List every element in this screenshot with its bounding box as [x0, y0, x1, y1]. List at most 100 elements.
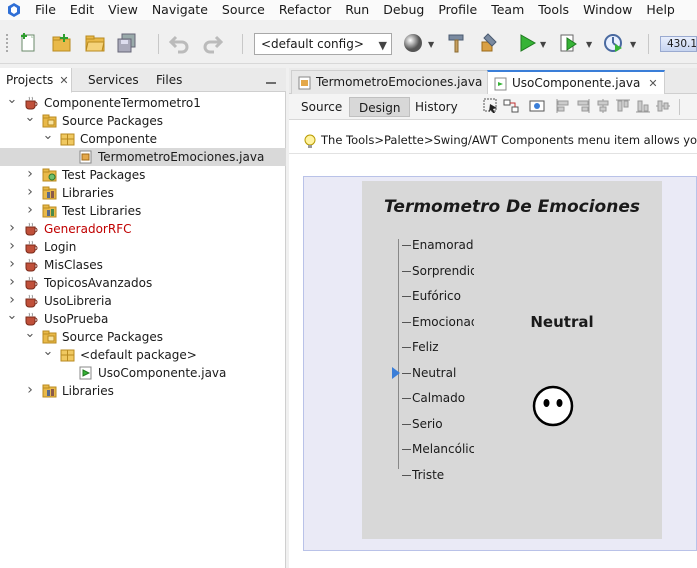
menu-help[interactable]: Help	[639, 0, 682, 20]
tab-termometro-emociones[interactable]: TermometroEmociones.java✕	[291, 70, 507, 94]
new-file-icon[interactable]	[18, 32, 40, 54]
chevron-down-icon[interactable]: ⌄	[6, 309, 18, 322]
open-project-icon[interactable]	[84, 32, 106, 54]
connection-mode-icon[interactable]	[503, 98, 519, 114]
debug-dropdown-icon[interactable]: ▼	[586, 40, 592, 49]
tab-services[interactable]: Services	[82, 68, 144, 92]
tree-item[interactable]: › Test Libraries	[0, 202, 286, 220]
menu-debug[interactable]: Debug	[376, 0, 431, 20]
tree-item[interactable]: › Libraries	[0, 382, 286, 400]
chevron-right-icon[interactable]: ›	[24, 166, 36, 183]
tree-item[interactable]: › TopicosAvanzados	[0, 274, 286, 292]
build-hammer-icon[interactable]	[446, 32, 468, 54]
tab-files[interactable]: Files	[150, 68, 198, 92]
close-icon[interactable]: ✕	[59, 74, 68, 87]
tree-item[interactable]: UsoComponente.java	[0, 364, 286, 382]
debug-project-icon[interactable]	[558, 32, 580, 54]
chevron-down-icon[interactable]: ⌄	[24, 327, 36, 340]
emotion-slider-track[interactable]	[398, 239, 399, 469]
menu-profile[interactable]: Profile	[431, 0, 484, 20]
configuration-select[interactable]: <default config> ▼	[254, 33, 392, 55]
main-toolbar: <default config> ▼ ▼ ▼ ▼ ▼ 430.1	[0, 22, 697, 64]
new-project-icon[interactable]	[50, 32, 72, 54]
tab-files-label: Files	[156, 73, 183, 87]
tree-item[interactable]: TermometroEmociones.java	[0, 148, 286, 166]
tab-projects[interactable]: Projects ✕	[0, 68, 72, 93]
tree-item[interactable]: › UsoLibreria	[0, 292, 286, 310]
tree-item[interactable]: › MisClases	[0, 256, 286, 274]
run-project-icon[interactable]	[516, 32, 538, 54]
chevron-down-icon[interactable]: ⌄	[42, 129, 54, 142]
menu-run[interactable]: Run	[338, 0, 376, 20]
globe-icon[interactable]	[402, 32, 424, 54]
redo-icon[interactable]	[202, 32, 224, 54]
chevron-right-icon[interactable]: ›	[6, 220, 18, 237]
menu-file[interactable]: File	[28, 0, 63, 20]
profile-project-icon[interactable]	[602, 32, 624, 54]
menu-tools[interactable]: Tools	[531, 0, 576, 20]
menu-refactor[interactable]: Refactor	[272, 0, 338, 20]
save-all-icon[interactable]	[116, 32, 138, 54]
tree-item[interactable]: ⌄ ComponenteTermometro1	[0, 93, 286, 112]
tab-uso-componente[interactable]: UsoComponente.java ✕	[487, 70, 665, 95]
clean-build-icon[interactable]	[478, 32, 500, 54]
undo-icon[interactable]	[168, 32, 190, 54]
center-horizontally-icon[interactable]	[595, 98, 611, 114]
source-packages-icon	[42, 114, 57, 128]
chevron-down-icon[interactable]: ⌄	[42, 345, 54, 358]
menu-view[interactable]: View	[101, 0, 145, 20]
chevron-down-icon[interactable]: ⌄	[6, 93, 18, 106]
design-view-button[interactable]: Design	[349, 97, 411, 117]
tree-item-label: TopicosAvanzados	[44, 276, 153, 290]
emotion-tick	[402, 449, 411, 450]
run-dropdown-icon[interactable]: ▼	[540, 40, 546, 49]
tree-item[interactable]: › GeneradorRFC	[0, 220, 286, 238]
menu-window[interactable]: Window	[576, 0, 639, 20]
align-left-icon[interactable]	[555, 98, 571, 114]
align-top-icon[interactable]	[615, 98, 631, 114]
source-packages-icon	[42, 330, 57, 344]
tree-item[interactable]: › Libraries	[0, 184, 286, 202]
emotion-label: Neutral	[412, 365, 457, 380]
menu-source[interactable]: Source	[215, 0, 272, 20]
minimize-icon[interactable]	[264, 72, 278, 86]
align-right-icon[interactable]	[575, 98, 591, 114]
chevron-right-icon[interactable]: ›	[24, 382, 36, 399]
menu-edit[interactable]: Edit	[63, 0, 101, 20]
close-icon[interactable]: ✕	[648, 77, 657, 90]
tree-item[interactable]: ⌄ <default package>	[0, 345, 286, 364]
chevron-down-icon[interactable]: ⌄	[24, 111, 36, 124]
chevron-right-icon[interactable]: ›	[6, 238, 18, 255]
toolbar-grip[interactable]	[6, 34, 9, 52]
tree-item[interactable]: ⌄ UsoPrueba	[0, 309, 286, 328]
chevron-right-icon[interactable]: ›	[6, 274, 18, 291]
termometro-component[interactable]: Termometro De Emociones Enamorado Sorpren…	[362, 181, 662, 539]
profile-dropdown-icon[interactable]: ▼	[630, 40, 636, 49]
history-view-button[interactable]: History	[406, 97, 467, 117]
emotion-tick	[402, 296, 411, 297]
emotion-label: Enamorado	[412, 238, 474, 252]
preview-design-icon[interactable]	[529, 98, 545, 114]
java-file-icon	[494, 76, 508, 91]
selection-mode-icon[interactable]	[483, 98, 499, 114]
tree-item-label: TermometroEmociones.java	[98, 150, 265, 164]
align-bottom-icon[interactable]	[635, 98, 651, 114]
chevron-right-icon[interactable]: ›	[6, 292, 18, 309]
menu-team[interactable]: Team	[484, 0, 531, 20]
chevron-right-icon[interactable]: ›	[24, 202, 36, 219]
memory-indicator[interactable]: 430.1	[660, 36, 697, 52]
tree-item[interactable]: ⌄ Componente	[0, 129, 286, 148]
center-vertically-icon[interactable]	[655, 98, 671, 114]
globe-dropdown-icon[interactable]: ▼	[428, 40, 434, 49]
mood-label: Neutral	[530, 313, 594, 331]
java-form-icon	[298, 75, 312, 90]
menu-navigate[interactable]: Navigate	[145, 0, 215, 20]
tree-item[interactable]: › Test Packages	[0, 166, 286, 184]
chevron-right-icon[interactable]: ›	[6, 256, 18, 273]
form-design-area[interactable]: Termometro De Emociones Enamorado Sorpren…	[303, 176, 697, 551]
chevron-right-icon[interactable]: ›	[24, 184, 36, 201]
tree-item[interactable]: › Login	[0, 238, 286, 256]
tree-item-label: Login	[44, 240, 77, 254]
source-view-button[interactable]: Source	[292, 97, 351, 117]
emotion-slider-thumb[interactable]	[392, 366, 400, 379]
